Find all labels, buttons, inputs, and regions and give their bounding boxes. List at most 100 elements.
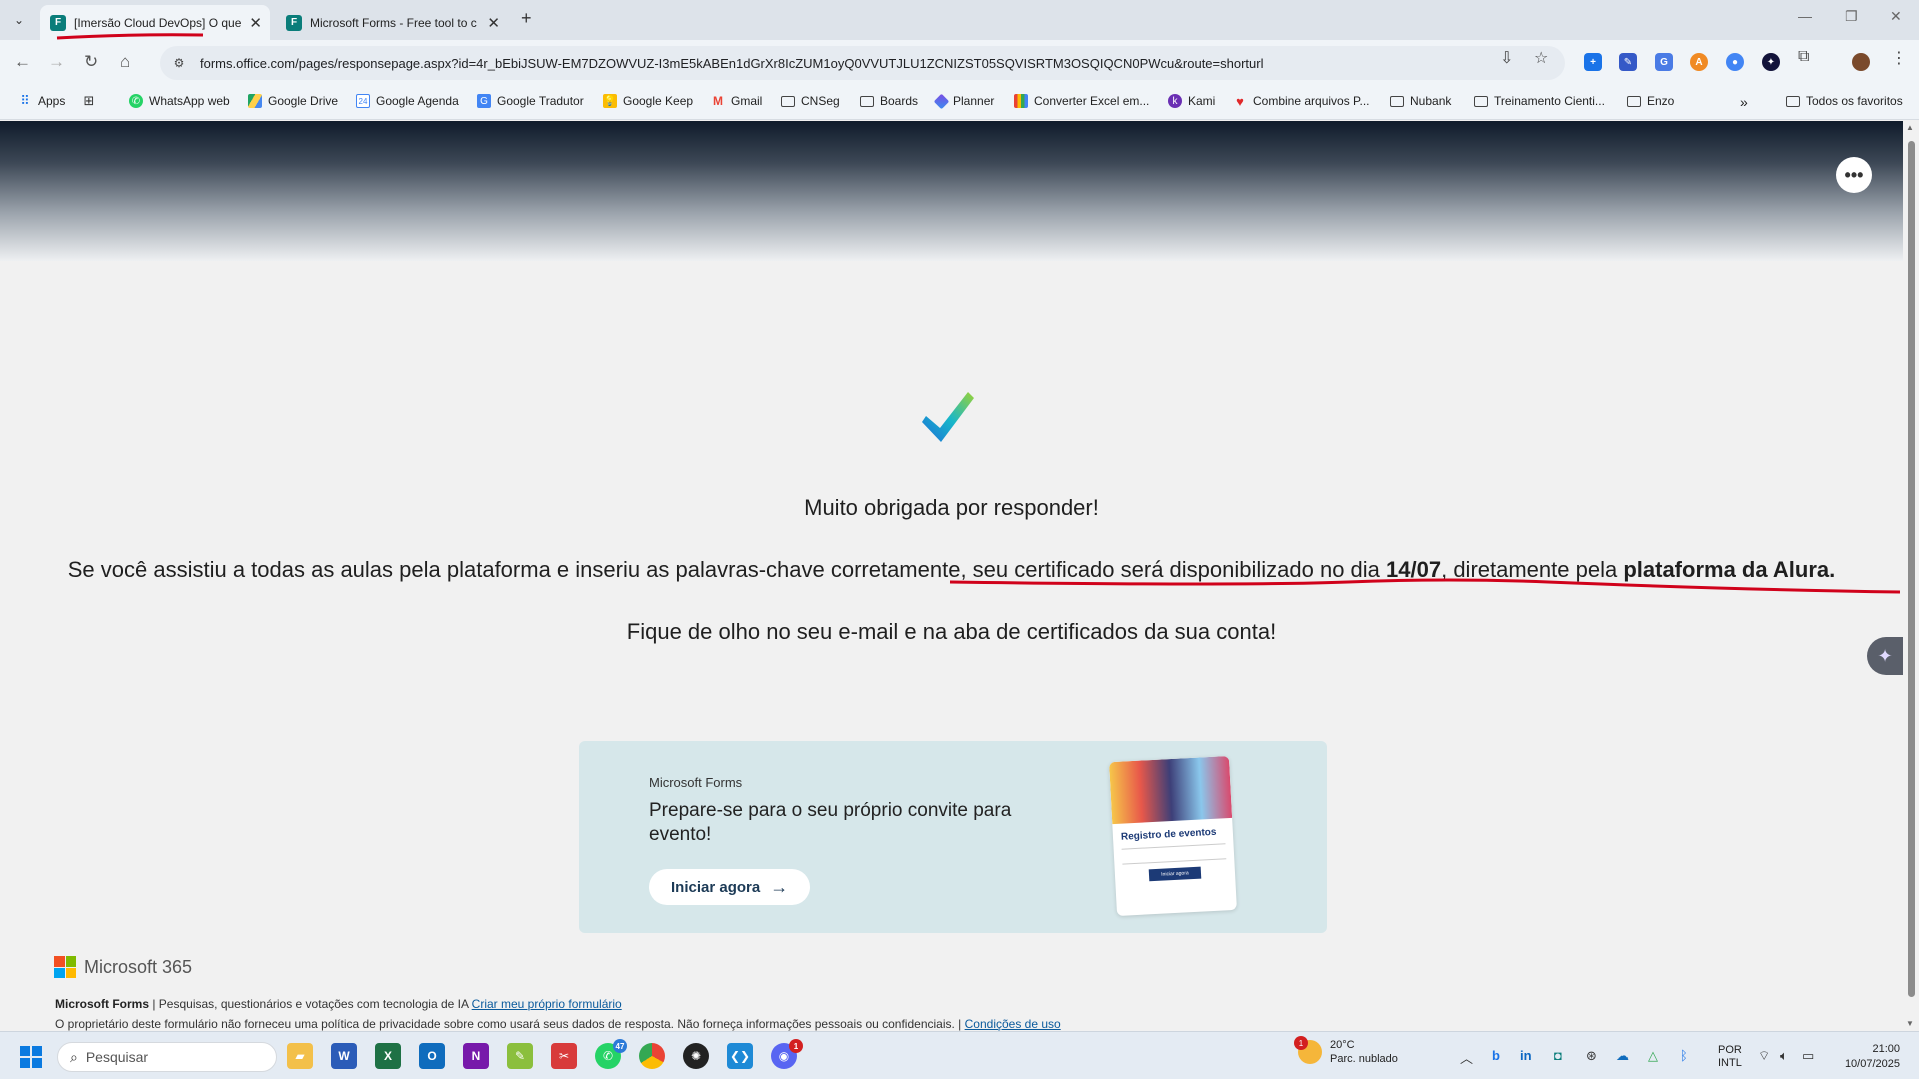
bookmark-google-keep[interactable]: 💡 Google Keep: [603, 94, 693, 108]
wifi-icon[interactable]: ⌔: [1758, 1048, 1770, 1064]
tray-chevron-icon[interactable]: ︿: [1460, 1048, 1473, 1067]
bookmark-kami[interactable]: k Kami: [1168, 94, 1215, 108]
outlook-icon[interactable]: O: [419, 1043, 445, 1069]
copilot-sparkle-icon[interactable]: ✦: [1867, 637, 1903, 675]
start-now-button[interactable]: Iniciar agora →: [649, 869, 811, 905]
tab-strip: ⌄ F [Imersão Cloud DevOps] O que ✕ F Mic…: [0, 0, 1919, 40]
bookmark-google-drive[interactable]: Google Drive: [248, 94, 338, 108]
word-icon[interactable]: W: [331, 1043, 357, 1069]
excel-icon[interactable]: X: [375, 1043, 401, 1069]
more-options-button[interactable]: •••: [1836, 157, 1872, 193]
extension-dark-icon[interactable]: ✦: [1762, 53, 1780, 71]
bookmark-google-tradutor[interactable]: G Google Tradutor: [477, 94, 584, 108]
bookmark-label: Boards: [880, 94, 919, 108]
forms-favicon-icon: F: [286, 14, 302, 31]
microsoft-365-logo: Microsoft 365: [54, 956, 192, 978]
footer-product: Microsoft Forms: [55, 997, 150, 1011]
google-drive-tray-icon[interactable]: △: [1648, 1048, 1658, 1064]
bookmark-grid[interactable]: ⊞: [82, 93, 102, 108]
discord-icon[interactable]: ◉ 1: [771, 1039, 803, 1069]
close-window-icon[interactable]: ✕: [1890, 8, 1902, 25]
tab-imersao-cloud-devops[interactable]: F [Imersão Cloud DevOps] O que ✕: [40, 5, 270, 40]
bookmark-label: CNSeg: [801, 94, 840, 108]
checkmark-shape: [922, 392, 974, 442]
address-bar[interactable]: ⚙ forms.office.com/pages/responsepage.as…: [160, 46, 1565, 80]
new-tab-button[interactable]: +: [521, 8, 532, 29]
google-drive-icon: [248, 94, 262, 108]
google-translate-icon: G: [477, 94, 491, 108]
extension-plus-icon[interactable]: +: [1584, 53, 1602, 71]
bookmark-treinamento[interactable]: Treinamento Cienti...: [1474, 94, 1605, 108]
notepad-icon[interactable]: ✎: [507, 1043, 533, 1069]
bookmark-converter-excel[interactable]: Converter Excel em...: [1014, 94, 1149, 108]
message-part1: Se você assistiu a todas as aulas pela p…: [67, 557, 1387, 582]
tab-search-button[interactable]: ⌄: [6, 8, 32, 32]
weather-widget[interactable]: 1 20°C Parc. nublado: [1294, 1036, 1398, 1066]
create-form-link[interactable]: Criar meu próprio formulário: [472, 997, 622, 1011]
install-app-icon[interactable]: ⇩: [1500, 48, 1513, 68]
bookmark-google-agenda[interactable]: 24 Google Agenda: [356, 94, 459, 108]
url-text[interactable]: forms.office.com/pages/responsepage.aspx…: [200, 56, 1263, 71]
forms-favicon-icon: F: [50, 14, 66, 31]
bluetooth-icon[interactable]: ᛒ: [1680, 1048, 1688, 1063]
volume-icon[interactable]: 🔈︎: [1780, 1048, 1788, 1064]
bookmark-apps[interactable]: ⠿ Apps: [18, 93, 65, 108]
tray-app-icon[interactable]: ◘: [1554, 1048, 1562, 1063]
clock-time: 21:00: [1872, 1043, 1900, 1055]
scroll-up-icon[interactable]: ▲: [1906, 123, 1914, 132]
all-bookmarks-folder[interactable]: Todos os favoritos: [1786, 94, 1903, 108]
file-explorer-icon[interactable]: ▰: [287, 1043, 313, 1069]
bookmark-gmail[interactable]: M Gmail: [711, 94, 762, 108]
page-scrollbar[interactable]: ▲ ▼: [1903, 121, 1919, 1031]
minimize-icon[interactable]: —: [1798, 8, 1812, 24]
extension-blue-circle-icon[interactable]: ●: [1726, 53, 1744, 71]
profile-avatar[interactable]: [1852, 53, 1870, 71]
tab-microsoft-forms[interactable]: F Microsoft Forms - Free tool to c ✕: [276, 5, 508, 40]
bookmark-nubank[interactable]: Nubank: [1390, 94, 1451, 108]
snipping-tool-icon[interactable]: ✂: [551, 1043, 577, 1069]
extension-pen-icon[interactable]: ✎: [1619, 53, 1637, 71]
chrome-icon[interactable]: [639, 1043, 665, 1069]
reload-icon[interactable]: ↻: [84, 52, 98, 72]
location-icon[interactable]: ⊛: [1586, 1048, 1597, 1064]
bookmark-combine-pdf[interactable]: ♥ Combine arquivos P...: [1233, 94, 1369, 109]
chatgpt-icon[interactable]: ✺: [683, 1043, 709, 1069]
home-icon[interactable]: ⌂: [120, 52, 130, 72]
more-bookmarks-button[interactable]: »: [1740, 94, 1748, 110]
windows-start-icon[interactable]: [20, 1046, 42, 1068]
restore-icon[interactable]: ❐: [1845, 8, 1858, 25]
start-now-label: Iniciar agora: [671, 878, 761, 896]
back-icon[interactable]: ←: [14, 52, 31, 72]
bookmark-cnseg[interactable]: CNSeg: [781, 94, 840, 108]
battery-icon[interactable]: ▭: [1802, 1048, 1814, 1064]
taskbar-search-box[interactable]: ⌕ Pesquisar: [57, 1042, 277, 1072]
onenote-icon[interactable]: N: [463, 1043, 489, 1069]
onedrive-icon[interactable]: ☁: [1616, 1048, 1629, 1064]
scroll-down-icon[interactable]: ▼: [1906, 1019, 1914, 1028]
bing-icon[interactable]: b: [1492, 1048, 1500, 1063]
terms-link[interactable]: Condições de uso: [965, 1017, 1061, 1031]
bookmark-enzo[interactable]: Enzo: [1627, 94, 1674, 108]
bookmark-boards[interactable]: Boards: [860, 94, 918, 108]
bookmark-planner[interactable]: Planner: [933, 93, 994, 109]
system-clock[interactable]: 21:00 10/07/2025: [1830, 1042, 1900, 1072]
forward-icon[interactable]: →: [48, 52, 65, 72]
whatsapp-taskbar-icon[interactable]: ✆ 47: [595, 1039, 627, 1069]
bookmark-whatsapp[interactable]: ✆ WhatsApp web: [129, 94, 230, 108]
keyboard-layout: INTL: [1718, 1057, 1742, 1069]
site-info-icon[interactable]: ⚙: [170, 54, 188, 72]
language-code: POR: [1718, 1044, 1742, 1056]
linkedin-icon[interactable]: in: [1520, 1048, 1532, 1063]
extension-orange-icon[interactable]: A: [1690, 53, 1708, 71]
vscode-icon[interactable]: ❮❯: [727, 1043, 753, 1069]
language-indicator[interactable]: POR INTL: [1718, 1044, 1742, 1070]
close-icon[interactable]: ✕: [249, 14, 262, 32]
weather-description: Parc. nublado: [1330, 1053, 1398, 1065]
bookmark-star-icon[interactable]: ☆: [1534, 48, 1548, 68]
scrollbar-thumb[interactable]: [1908, 141, 1915, 997]
extensions-puzzle-icon[interactable]: ⧉: [1798, 48, 1809, 66]
menu-dots-icon[interactable]: ⋮: [1891, 48, 1907, 68]
close-icon[interactable]: ✕: [487, 14, 500, 32]
folder-icon: [1390, 95, 1404, 107]
extension-translate-icon[interactable]: G: [1655, 53, 1673, 71]
